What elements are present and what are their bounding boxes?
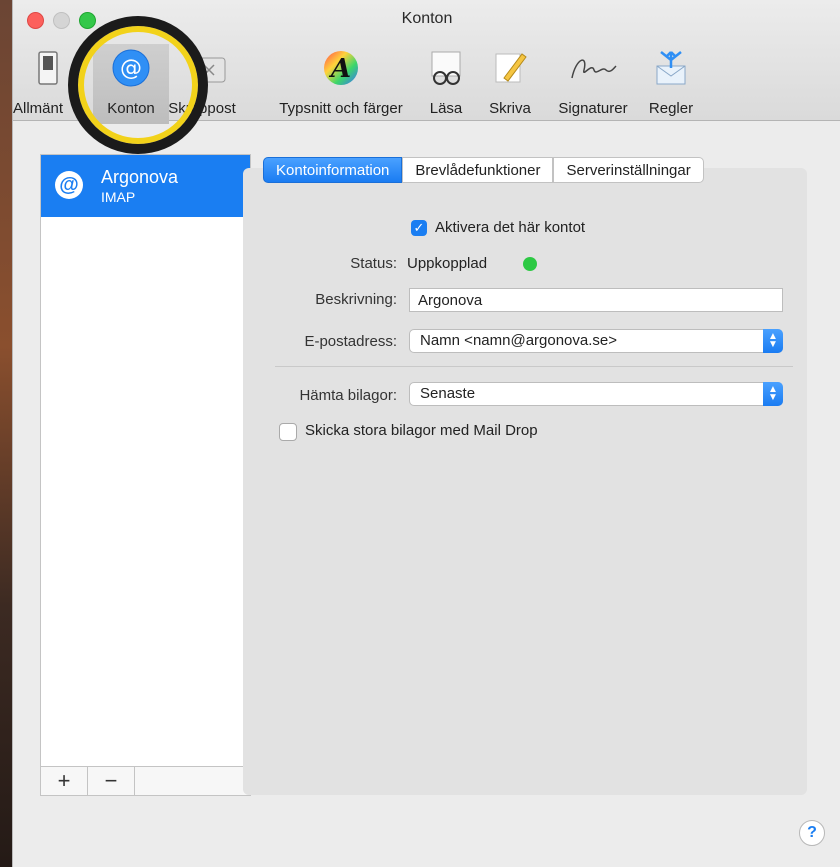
toolbar-item-reading[interactable]: Läsa [423,44,469,124]
switch-icon [13,44,83,92]
attachments-select-value: Senaste [420,385,476,402]
pencil-icon [483,44,537,92]
toolbar-item-rules[interactable]: Regler [643,44,699,124]
email-select-value: Namn <namn@argonova.se> [420,332,618,349]
toolbar-label: Regler [648,100,694,117]
remove-account-button[interactable]: − [88,767,135,795]
toolbar-label: Läsa [429,100,463,117]
toolbar-label: Allmänt [13,100,64,117]
toolbar-label: Signaturer [558,100,628,117]
tab-server-settings[interactable]: Serverinställningar [553,157,704,183]
toolbar-item-general[interactable]: Allmänt [13,44,83,124]
reading-glasses-icon [423,44,469,92]
accounts-list-footer: + − [41,766,250,795]
mail-drop-label: Skicka stora bilagor med Mail Drop [305,422,538,439]
description-label: Beskrivning: [315,291,397,308]
svg-text:@: @ [120,56,142,81]
title-bar: Konton Allmänt @ Konton Skräppost A Typs… [13,0,840,124]
email-label: E-postadress: [304,333,397,350]
description-field[interactable]: Argonova [409,288,783,312]
toolbar-label: Skräppost [168,100,236,117]
mail-drop-checkbox[interactable] [279,423,297,441]
font-color-icon: A [263,44,419,92]
accounts-list: @ Argonova IMAP + − [40,154,251,796]
account-type: IMAP [101,189,136,205]
at-sign-icon: @ [93,44,169,92]
email-select[interactable]: Namn <namn@argonova.se> ▲ ▼ [409,329,783,353]
tab-bar: Kontoinformation Brevlådefunktioner Serv… [263,157,704,183]
toolbar-item-junk[interactable]: Skräppost [165,44,253,124]
add-account-button[interactable]: + [41,767,88,795]
form-divider [275,366,793,367]
status-value: Uppkopplad [407,255,488,272]
signature-icon [547,44,639,92]
status-label: Status: [350,255,397,272]
toolbar-item-composing[interactable]: Skriva [483,44,537,124]
junk-bin-icon [165,44,253,92]
enable-account-label: Aktivera det här kontot [435,219,586,236]
toolbar-label: Skriva [489,100,531,117]
attachments-label: Hämta bilagor: [299,387,397,404]
account-item-argonova[interactable]: @ Argonova IMAP [41,155,250,217]
tab-account-information[interactable]: Kontoinformation [263,157,403,183]
toolbar-item-signatures[interactable]: Signaturer [547,44,639,124]
window-title: Konton [401,10,453,27]
attachments-select[interactable]: Senaste ▲ ▼ [409,382,783,406]
svg-text:A: A [328,54,351,84]
select-stepper-icon: ▲ ▼ [763,382,783,406]
preferences-window: Konton Allmänt @ Konton Skräppost A Typs… [12,0,840,867]
toolbar-item-fonts-colors[interactable]: A Typsnitt och färger [263,44,419,124]
enable-account-checkbox[interactable]: ✓ [411,220,427,236]
tab-mailbox-behaviors[interactable]: Brevlådefunktioner [402,157,554,183]
account-name: Argonova [101,167,179,187]
rules-envelope-icon [643,44,699,92]
status-indicator [523,257,537,271]
toolbar-label: Typsnitt och färger [279,100,403,117]
select-stepper-icon: ▲ ▼ [763,329,783,353]
help-button[interactable]: ? [799,820,825,846]
at-sign-icon: @ [55,171,83,199]
